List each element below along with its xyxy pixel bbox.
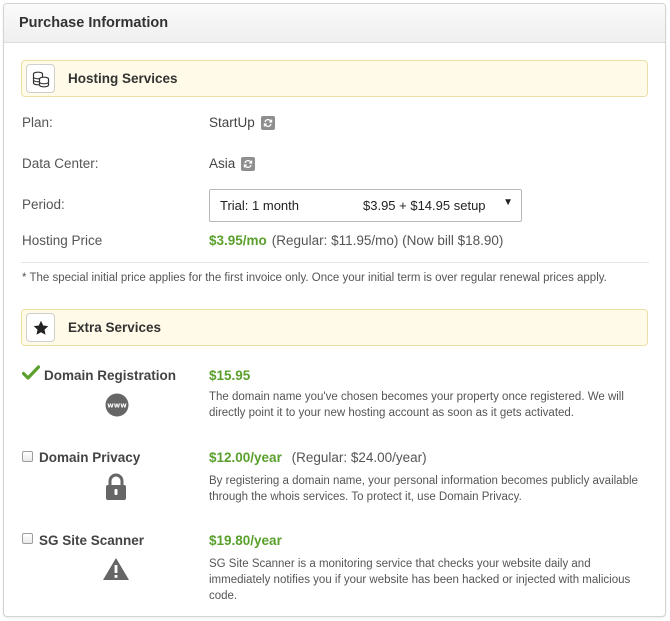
datacenter-value: Asia [209, 156, 236, 171]
domain-privacy-name: Domain Privacy [39, 450, 141, 465]
pricing-note: * The special initial price applies for … [22, 272, 607, 284]
site-scanner-description: SG Site Scanner is a monitoring service … [209, 558, 631, 602]
lock-icon [104, 473, 128, 504]
datacenter-value-group: Asia [209, 156, 256, 171]
domain-registration-name: Domain Registration [44, 368, 177, 383]
site-scanner-checkbox[interactable] [22, 533, 33, 544]
domain-privacy-description: By registering a domain name, your perso… [209, 475, 638, 503]
hosting-price-group: $3.95/mo (Regular: $11.95/mo) (Now bill … [209, 233, 503, 248]
change-plan-refresh-icon[interactable] [260, 115, 275, 130]
selected-check-icon[interactable] [21, 365, 41, 384]
plan-value-group: StartUp [209, 115, 275, 130]
period-selected-price: $3.95 + $14.95 setup [363, 198, 486, 213]
extras-section-header: Extra Services [21, 309, 648, 346]
domain-privacy-regular: (Regular: $24.00/year) [291, 450, 427, 465]
hosting-section-title: Hosting Services [68, 71, 178, 86]
coins-icon [26, 64, 55, 93]
divider [21, 262, 649, 263]
www-icon: www [105, 393, 129, 420]
hosting-price-value: $3.95/mo [209, 233, 267, 248]
datacenter-label: Data Center: [22, 156, 99, 171]
domain-registration-description: The domain name you've chosen becomes yo… [209, 391, 624, 419]
site-scanner-price: $19.80/year [209, 533, 282, 548]
period-label: Period: [22, 197, 65, 212]
star-icon [26, 313, 55, 342]
domain-registration-price: $15.95 [209, 368, 251, 383]
period-select[interactable]: Trial: 1 month $3.95 + $14.95 setup ▼ [209, 189, 522, 222]
hosting-section-header: Hosting Services [21, 60, 648, 97]
domain-privacy-price-group: $12.00/year (Regular: $24.00/year) [209, 450, 427, 465]
purchase-panel: Purchase Information Hosting Services Pl… [3, 3, 666, 617]
panel-header: Purchase Information [4, 4, 665, 43]
site-scanner-name: SG Site Scanner [39, 533, 145, 548]
hosting-price-label: Hosting Price [22, 233, 103, 248]
svg-text:www: www [107, 402, 127, 410]
period-selected-term: Trial: 1 month [220, 198, 299, 213]
warning-icon [102, 557, 130, 584]
plan-value: StartUp [209, 115, 255, 130]
panel-title: Purchase Information [19, 15, 169, 31]
hosting-price-regular: (Regular: $11.95/mo) (Now bill $18.90) [271, 233, 504, 248]
change-datacenter-refresh-icon[interactable] [241, 156, 256, 171]
plan-label: Plan: [22, 115, 53, 130]
domain-privacy-price: $12.00/year [209, 450, 282, 465]
extras-section-title: Extra Services [68, 320, 162, 335]
dropdown-arrow-icon: ▼ [503, 197, 513, 208]
domain-privacy-checkbox[interactable] [22, 451, 33, 462]
